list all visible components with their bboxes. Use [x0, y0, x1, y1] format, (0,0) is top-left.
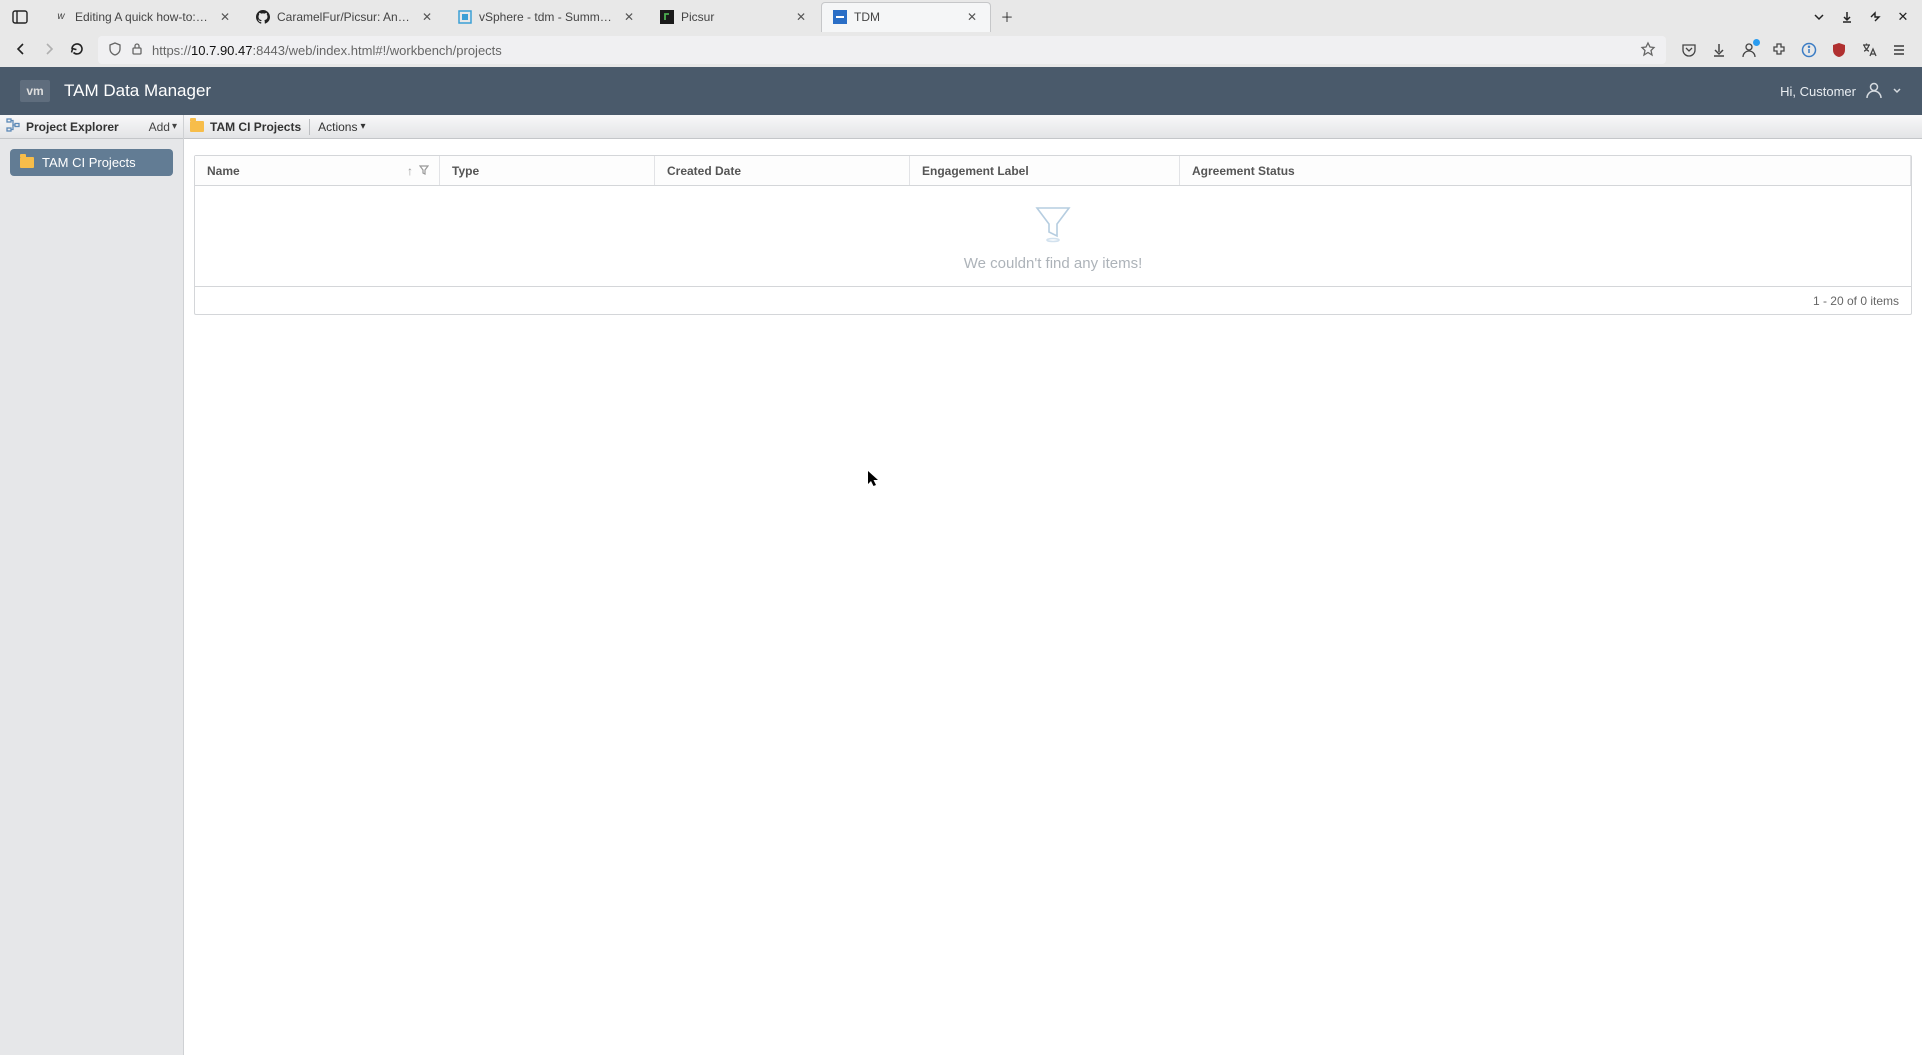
- download-arrow-icon[interactable]: [1838, 8, 1856, 26]
- tab-wiki[interactable]: w Editing A quick how-to: Depl ✕: [43, 2, 243, 32]
- tab-label: Picsur: [681, 10, 787, 24]
- column-label: Engagement Label: [922, 164, 1029, 178]
- shield-icon[interactable]: [108, 42, 122, 59]
- account-icon[interactable]: [1740, 41, 1758, 59]
- column-header-engagement-label[interactable]: Engagement Label: [910, 156, 1180, 185]
- url-path: :8443/web/index.html#!/workbench/project…: [252, 43, 501, 58]
- forward-button: [40, 41, 58, 60]
- add-label: Add: [149, 120, 170, 134]
- funnel-icon: [1031, 200, 1075, 247]
- tab-picsur[interactable]: Picsur ✕: [649, 2, 819, 32]
- column-header-created-date[interactable]: Created Date: [655, 156, 910, 185]
- close-icon[interactable]: ✕: [621, 9, 637, 25]
- vm-logo: vm: [20, 80, 50, 102]
- column-header-agreement-status[interactable]: Agreement Status: [1180, 156, 1911, 185]
- column-header-name[interactable]: Name ↑: [195, 156, 440, 185]
- filter-icon[interactable]: [419, 164, 429, 178]
- address-bar[interactable]: https://10.7.90.47:8443/web/index.html#!…: [98, 36, 1666, 64]
- vsphere-favicon-icon: [457, 9, 473, 25]
- tree-icon: [6, 118, 20, 135]
- close-icon[interactable]: ✕: [419, 9, 435, 25]
- sidebar-item-tam-ci-projects[interactable]: TAM CI Projects: [10, 149, 173, 176]
- chevron-down-icon[interactable]: [1810, 8, 1828, 26]
- user-icon: [1864, 80, 1884, 103]
- project-explorer-panel: Project Explorer Add ▾ TAM CI Projects: [0, 115, 184, 1055]
- folder-icon: [20, 157, 34, 168]
- pagination-text: 1 - 20 of 0 items: [1813, 294, 1899, 308]
- tab-label: TDM: [854, 10, 958, 24]
- pocket-icon[interactable]: [1680, 41, 1698, 59]
- actions-menu[interactable]: Actions ▾: [318, 120, 365, 134]
- column-label: Created Date: [667, 164, 741, 178]
- user-greeting: Hi, Customer: [1780, 84, 1856, 99]
- back-button[interactable]: [12, 41, 30, 60]
- url-scheme: https://: [152, 43, 191, 58]
- downloads-icon[interactable]: [1710, 41, 1728, 59]
- translate-icon[interactable]: [1860, 41, 1878, 59]
- tab-label: vSphere - tdm - Summary: [479, 10, 615, 24]
- sidebar-toggle-icon[interactable]: [6, 3, 34, 31]
- caret-down-icon: ▾: [360, 121, 365, 132]
- projects-grid: Name ↑ Type Created Date Engagement Labe…: [194, 155, 1912, 315]
- url-text: https://10.7.90.47:8443/web/index.html#!…: [152, 43, 1632, 58]
- column-header-type[interactable]: Type: [440, 156, 655, 185]
- main-content: TAM CI Projects Actions ▾ Name ↑: [184, 115, 1922, 1055]
- new-tab-button[interactable]: ＋: [993, 3, 1021, 31]
- app-title: TAM Data Manager: [64, 81, 211, 101]
- tdm-favicon-icon: [832, 9, 848, 25]
- breadcrumb[interactable]: TAM CI Projects: [190, 120, 301, 134]
- ublock-icon[interactable]: [1830, 41, 1848, 59]
- close-icon[interactable]: ✕: [964, 9, 980, 25]
- column-label: Name: [207, 164, 240, 178]
- tab-github[interactable]: CaramelFur/Picsur: An easy ✕: [245, 2, 445, 32]
- hamburger-menu-icon[interactable]: [1890, 41, 1908, 59]
- info-icon[interactable]: [1800, 41, 1818, 59]
- column-label: Type: [452, 164, 479, 178]
- user-menu[interactable]: Hi, Customer: [1780, 80, 1902, 103]
- extensions-icon[interactable]: [1770, 41, 1788, 59]
- divider: [309, 119, 310, 135]
- close-icon[interactable]: ✕: [217, 9, 233, 25]
- wiki-favicon-icon: w: [53, 9, 69, 25]
- reload-button[interactable]: [68, 41, 86, 60]
- tab-label: Editing A quick how-to: Depl: [75, 10, 211, 24]
- tab-vsphere[interactable]: vSphere - tdm - Summary ✕: [447, 2, 647, 32]
- restore-icon[interactable]: [1866, 8, 1884, 26]
- folder-icon: [190, 121, 204, 132]
- grid-footer: 1 - 20 of 0 items: [195, 286, 1911, 314]
- url-host: 10.7.90.47: [191, 43, 252, 58]
- close-icon[interactable]: ✕: [793, 9, 809, 25]
- tab-tdm[interactable]: TDM ✕: [821, 2, 991, 32]
- caret-down-icon: ▾: [172, 121, 177, 132]
- app-header: vm TAM Data Manager Hi, Customer: [0, 67, 1922, 115]
- tab-label: CaramelFur/Picsur: An easy: [277, 10, 413, 24]
- tab-strip: w Editing A quick how-to: Depl ✕ Caramel…: [43, 2, 1807, 32]
- window-close-icon[interactable]: ✕: [1894, 8, 1912, 26]
- actions-label: Actions: [318, 120, 357, 134]
- grid-empty-state: We couldn't find any items!: [195, 186, 1911, 286]
- bookmark-star-icon[interactable]: [1640, 41, 1656, 60]
- lock-icon[interactable]: [130, 42, 144, 59]
- picsur-favicon-icon: [659, 9, 675, 25]
- empty-message: We couldn't find any items!: [964, 255, 1143, 272]
- add-button[interactable]: Add ▾: [149, 120, 177, 134]
- chevron-down-icon: [1892, 84, 1902, 99]
- sort-asc-icon[interactable]: ↑: [407, 164, 413, 178]
- panel-title: Project Explorer: [26, 120, 119, 134]
- column-label: Agreement Status: [1192, 164, 1295, 178]
- breadcrumb-label: TAM CI Projects: [210, 120, 301, 134]
- sidebar-item-label: TAM CI Projects: [42, 155, 136, 170]
- github-favicon-icon: [255, 9, 271, 25]
